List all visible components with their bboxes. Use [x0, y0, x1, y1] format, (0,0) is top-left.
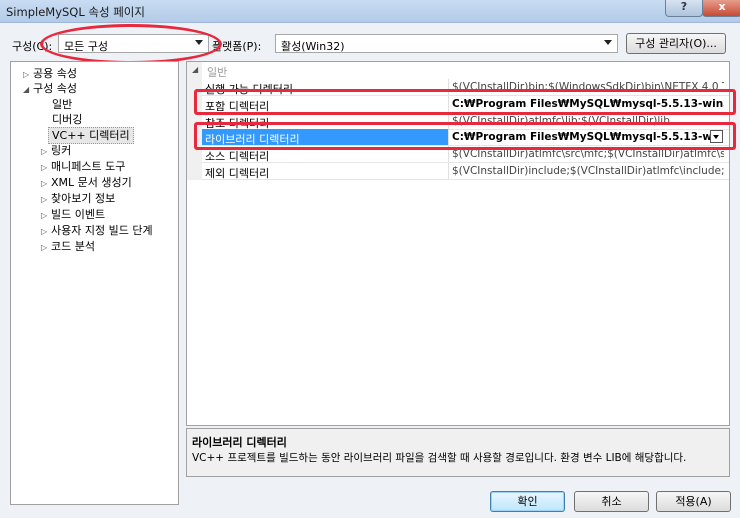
expand-arrow-icon[interactable]: ▷ — [23, 67, 33, 82]
platform-value: 활성(Win32) — [281, 40, 345, 53]
expand-arrow-icon[interactable]: ▷ — [41, 240, 51, 255]
tree-item-label: VC++ 디렉터리 — [52, 129, 130, 142]
title-bar: SimpleMySQL 속성 페이지 ? x — [0, 0, 740, 23]
property-tree: ▷ 공용 속성 ◢ 구성 속성 일반 디버깅 VC++ 디렉터리 ▷ 링커 ▷ 매니페스… — [10, 61, 179, 505]
tree-item-custom-build[interactable]: ▷ 사용자 지정 빌드 단계 — [41, 223, 153, 238]
highlight-ellipse — [40, 24, 222, 64]
tree-item-linker[interactable]: ▷ 링커 — [41, 143, 71, 158]
help-button[interactable]: ? — [665, 0, 703, 17]
highlight-rect-include — [194, 89, 736, 115]
expand-arrow-icon[interactable]: ▷ — [41, 208, 51, 223]
tree-item-label: 공용 속성 — [33, 67, 77, 80]
tree-item-common[interactable]: ▷ 공용 속성 — [23, 66, 77, 81]
tree-item-label: 찾아보기 정보 — [51, 192, 116, 205]
tree-item-browse-info[interactable]: ▷ 찾아보기 정보 — [41, 191, 115, 206]
expand-arrow-icon[interactable]: ▷ — [41, 144, 51, 159]
tree-item-debugging[interactable]: 디버깅 — [52, 112, 82, 127]
property-row-exclude[interactable]: 제외 디렉터리 $(VCInstallDir)include;$(VCInsta… — [202, 163, 729, 180]
description-title: 라이브러리 디렉터리 — [192, 436, 287, 449]
expand-arrow-icon[interactable]: ▷ — [41, 176, 51, 191]
tree-item-config[interactable]: ◢ 구성 속성 — [23, 81, 77, 96]
grid-gutter — [187, 62, 202, 180]
tree-item-label: 코드 분석 — [51, 240, 95, 253]
collapse-arrow-icon[interactable]: ◢ — [192, 65, 198, 74]
property-name: 소스 디렉터리 — [205, 150, 270, 163]
config-manager-button[interactable]: 구성 관리자(O)... — [626, 33, 726, 54]
ok-button[interactable]: 확인 — [490, 491, 565, 512]
close-button[interactable]: x — [702, 0, 740, 17]
property-grid: ◢ 일반 실행 가능 디렉터리 $(VCInstallDir)bin;$(Win… — [186, 61, 730, 426]
tree-item-label: 일반 — [52, 98, 73, 111]
cancel-button[interactable]: 취소 — [574, 491, 649, 512]
window-title: SimpleMySQL 속성 페이지 — [6, 5, 145, 19]
property-value[interactable]: $(VCInstallDir)include;$(VCInstallDir)at… — [452, 165, 724, 177]
tree-item-label: 링커 — [51, 144, 72, 157]
expand-arrow-icon[interactable]: ▷ — [41, 192, 51, 207]
collapse-arrow-icon[interactable]: ◢ — [23, 82, 33, 97]
tree-item-code-analysis[interactable]: ▷ 코드 분석 — [41, 239, 95, 254]
expand-arrow-icon[interactable]: ▷ — [41, 224, 51, 239]
tree-item-label: 빌드 이벤트 — [51, 208, 106, 221]
tree-item-xml-doc[interactable]: ▷ XML 문서 생성기 — [41, 175, 132, 190]
description-text: VC++ 프로젝트를 빌드하는 동안 라이브러리 파일을 검색할 때 사용할 경… — [192, 452, 687, 464]
tree-item-general[interactable]: 일반 — [52, 97, 72, 112]
tree-item-label: XML 문서 생성기 — [51, 176, 132, 189]
tree-item-manifest[interactable]: ▷ 매니페스트 도구 — [41, 159, 125, 174]
column-divider — [448, 163, 449, 179]
highlight-rect-library — [194, 122, 736, 150]
tree-item-label: 구성 속성 — [33, 82, 77, 95]
expand-arrow-icon[interactable]: ▷ — [41, 160, 51, 175]
description-panel: 라이브러리 디렉터리 VC++ 프로젝트를 빌드하는 동안 라이브러리 파일을 … — [186, 428, 730, 477]
property-name: 제외 디렉터리 — [205, 167, 270, 180]
apply-button[interactable]: 적용(A) — [656, 491, 731, 512]
tree-item-build-events[interactable]: ▷ 빌드 이벤트 — [41, 207, 105, 222]
category-row[interactable]: ◢ 일반 — [187, 63, 729, 79]
tree-item-label: 사용자 지정 빌드 단계 — [51, 224, 153, 237]
platform-combo[interactable]: 활성(Win32) — [275, 34, 618, 53]
chevron-down-icon — [604, 40, 612, 45]
tree-item-label: 매니페스트 도구 — [51, 160, 126, 173]
tree-item-label: 디버깅 — [52, 113, 83, 126]
category-label: 일반 — [207, 66, 228, 79]
tree-item-vc-directories[interactable]: VC++ 디렉터리 — [48, 127, 134, 144]
